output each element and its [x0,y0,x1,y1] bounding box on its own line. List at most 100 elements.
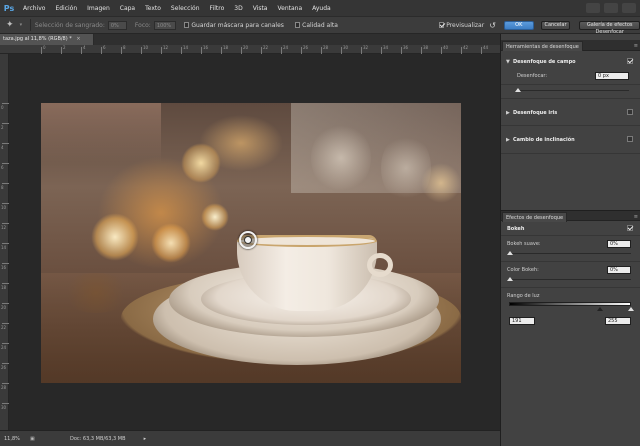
status-menu-arrow-icon[interactable]: ▸ [144,436,147,442]
ruler-tick [81,47,82,54]
zoom-level[interactable]: 11,8% [4,436,26,442]
light-range-low-field[interactable]: 191 [509,317,535,325]
ruler-number: 28 [323,45,329,50]
menu-ventana[interactable]: Ventana [272,5,307,12]
field-blur-checkbox[interactable] [627,58,633,64]
blur-amount-label: Desenfocar: [517,73,548,79]
ruler-number: 4 [83,45,86,50]
document-tab[interactable]: taza.jpg al 11,8% (RGB/8) * × [0,34,94,45]
collapse-triangle-icon[interactable]: ▼ [506,59,510,65]
high-quality-checkbox[interactable] [294,22,301,28]
ruler-number: 44 [483,45,489,50]
menu-imagen[interactable]: Imagen [82,5,115,12]
close-tab-icon[interactable]: × [76,36,80,42]
expand-triangle-icon[interactable]: ▶ [506,110,510,116]
ruler-number: 0 [43,45,46,50]
ruler-tick [61,47,62,54]
blur-amount-field[interactable]: 0 px [595,72,629,80]
minimize-button[interactable] [586,3,600,13]
ruler-number: 0 [1,105,4,110]
light-range-low-thumb[interactable] [597,307,603,311]
menu-bar: Ps Archivo Edición Imagen Capa Texto Sel… [0,0,640,16]
light-bokeh-slider-track[interactable] [509,253,631,254]
blur-slider-track[interactable] [517,90,629,91]
ok-button[interactable]: OK [503,20,534,30]
bokeh-color-slider-thumb[interactable] [507,277,513,281]
menu-capa[interactable]: Capa [115,5,140,12]
tab-blur-effects[interactable]: Efectos de desenfoque [502,212,568,222]
blur-tools-tabbar: Herramientas de desenfoque ≡ [501,40,640,51]
bokeh-header: Bokeh [501,222,640,236]
light-range-row: Rango de luz 191 255 [501,288,640,330]
close-button[interactable] [622,3,636,13]
light-bokeh-row: Bokeh suave: 0% [501,236,640,262]
ruler-number: 20 [1,305,7,310]
field-blur-section: ▼ Desenfoque de campo Desenfocar: 0 px [501,52,640,85]
light-bokeh-field[interactable]: 0% [607,240,631,248]
menu-filtro[interactable]: Filtro [205,5,230,12]
ruler-number: 2 [63,45,66,50]
light-bokeh-slider-thumb[interactable] [507,251,513,255]
ruler-tick [301,47,302,54]
expand-triangle-icon[interactable]: ▶ [506,137,510,143]
window-controls [586,3,636,13]
pin-tool-icon[interactable]: ✦ [0,17,20,33]
document-canvas-image[interactable] [41,103,461,383]
tool-preset-dropdown-icon[interactable]: ▾ [20,22,23,28]
menu-texto[interactable]: Texto [140,5,166,12]
save-mask-checkbox[interactable] [184,22,190,28]
menu-edicion[interactable]: Edición [50,5,82,12]
ruler-tick [2,183,9,184]
ruler-tick [201,47,202,54]
bokeh-checkbox[interactable] [627,225,633,231]
light-range-gradient [509,302,631,306]
blur-gallery-button[interactable]: Galería de efectos Desenfocar [579,20,640,35]
menu-ayuda[interactable]: Ayuda [307,5,336,12]
ruler-number: 4 [1,145,4,150]
ruler-tick [101,47,102,54]
high-quality-label: Calidad alta [302,21,338,29]
share-icon[interactable]: ▣ [30,436,40,442]
ruler-number: 14 [1,245,7,250]
maximize-button[interactable] [604,3,618,13]
iris-blur-checkbox[interactable] [627,109,633,115]
light-range-label: Rango de luz [507,293,540,299]
tab-blur-tools[interactable]: Herramientas de desenfoque [502,41,583,51]
panel-menu-icon[interactable]: ≡ [634,43,638,49]
ruler-top[interactable]: 0 2 4 6 8 10 12 14 16 18 20 22 24 26 28 30 32 34 36 38 40 42 4… [0,45,500,54]
ruler-tick [381,47,382,54]
menu-3d[interactable]: 3D [229,5,247,12]
ruler-number: 6 [103,45,106,50]
ruler-number: 20 [243,45,249,50]
ruler-tick [2,323,9,324]
bokeh-color-label: Color Bokeh: [507,267,539,273]
ruler-left[interactable]: 0 2 4 6 8 10 12 14 16 18 20 22 24 26 28 30 [0,54,9,430]
blur-slider-thumb[interactable] [515,88,521,92]
preview-checkbox[interactable] [438,22,445,28]
blur-pin-center[interactable] [244,236,252,244]
selection-bleed-field[interactable]: 0% [107,20,127,30]
ruler-tick [2,243,9,244]
horizontal-scrollbar[interactable] [148,434,500,443]
ruler-number: 10 [1,205,7,210]
bokeh-title: Bokeh [507,226,525,232]
undo-icon[interactable]: ↺ [489,21,496,30]
save-mask-label: Guardar máscara para canales [191,21,284,29]
ruler-number: 12 [1,225,7,230]
ruler-tick [2,223,9,224]
panel-empty-area [501,330,640,446]
menu-archivo[interactable]: Archivo [18,5,50,12]
menu-vista[interactable]: Vista [248,5,273,12]
panel-menu-icon[interactable]: ≡ [634,214,638,220]
tilt-shift-checkbox[interactable] [627,136,633,142]
light-range-high-field[interactable]: 255 [605,317,631,325]
ruler-number: 2 [1,125,4,130]
cancel-button[interactable]: Cancelar [540,20,571,30]
light-range-high-thumb[interactable] [628,307,634,311]
bokeh-color-field[interactable]: 0% [607,266,631,274]
bokeh-color-slider-track[interactable] [509,279,631,280]
ruler-tick [41,47,42,54]
ruler-tick [2,363,9,364]
menu-seleccion[interactable]: Selección [166,5,205,12]
focus-field[interactable]: 100% [153,20,177,30]
